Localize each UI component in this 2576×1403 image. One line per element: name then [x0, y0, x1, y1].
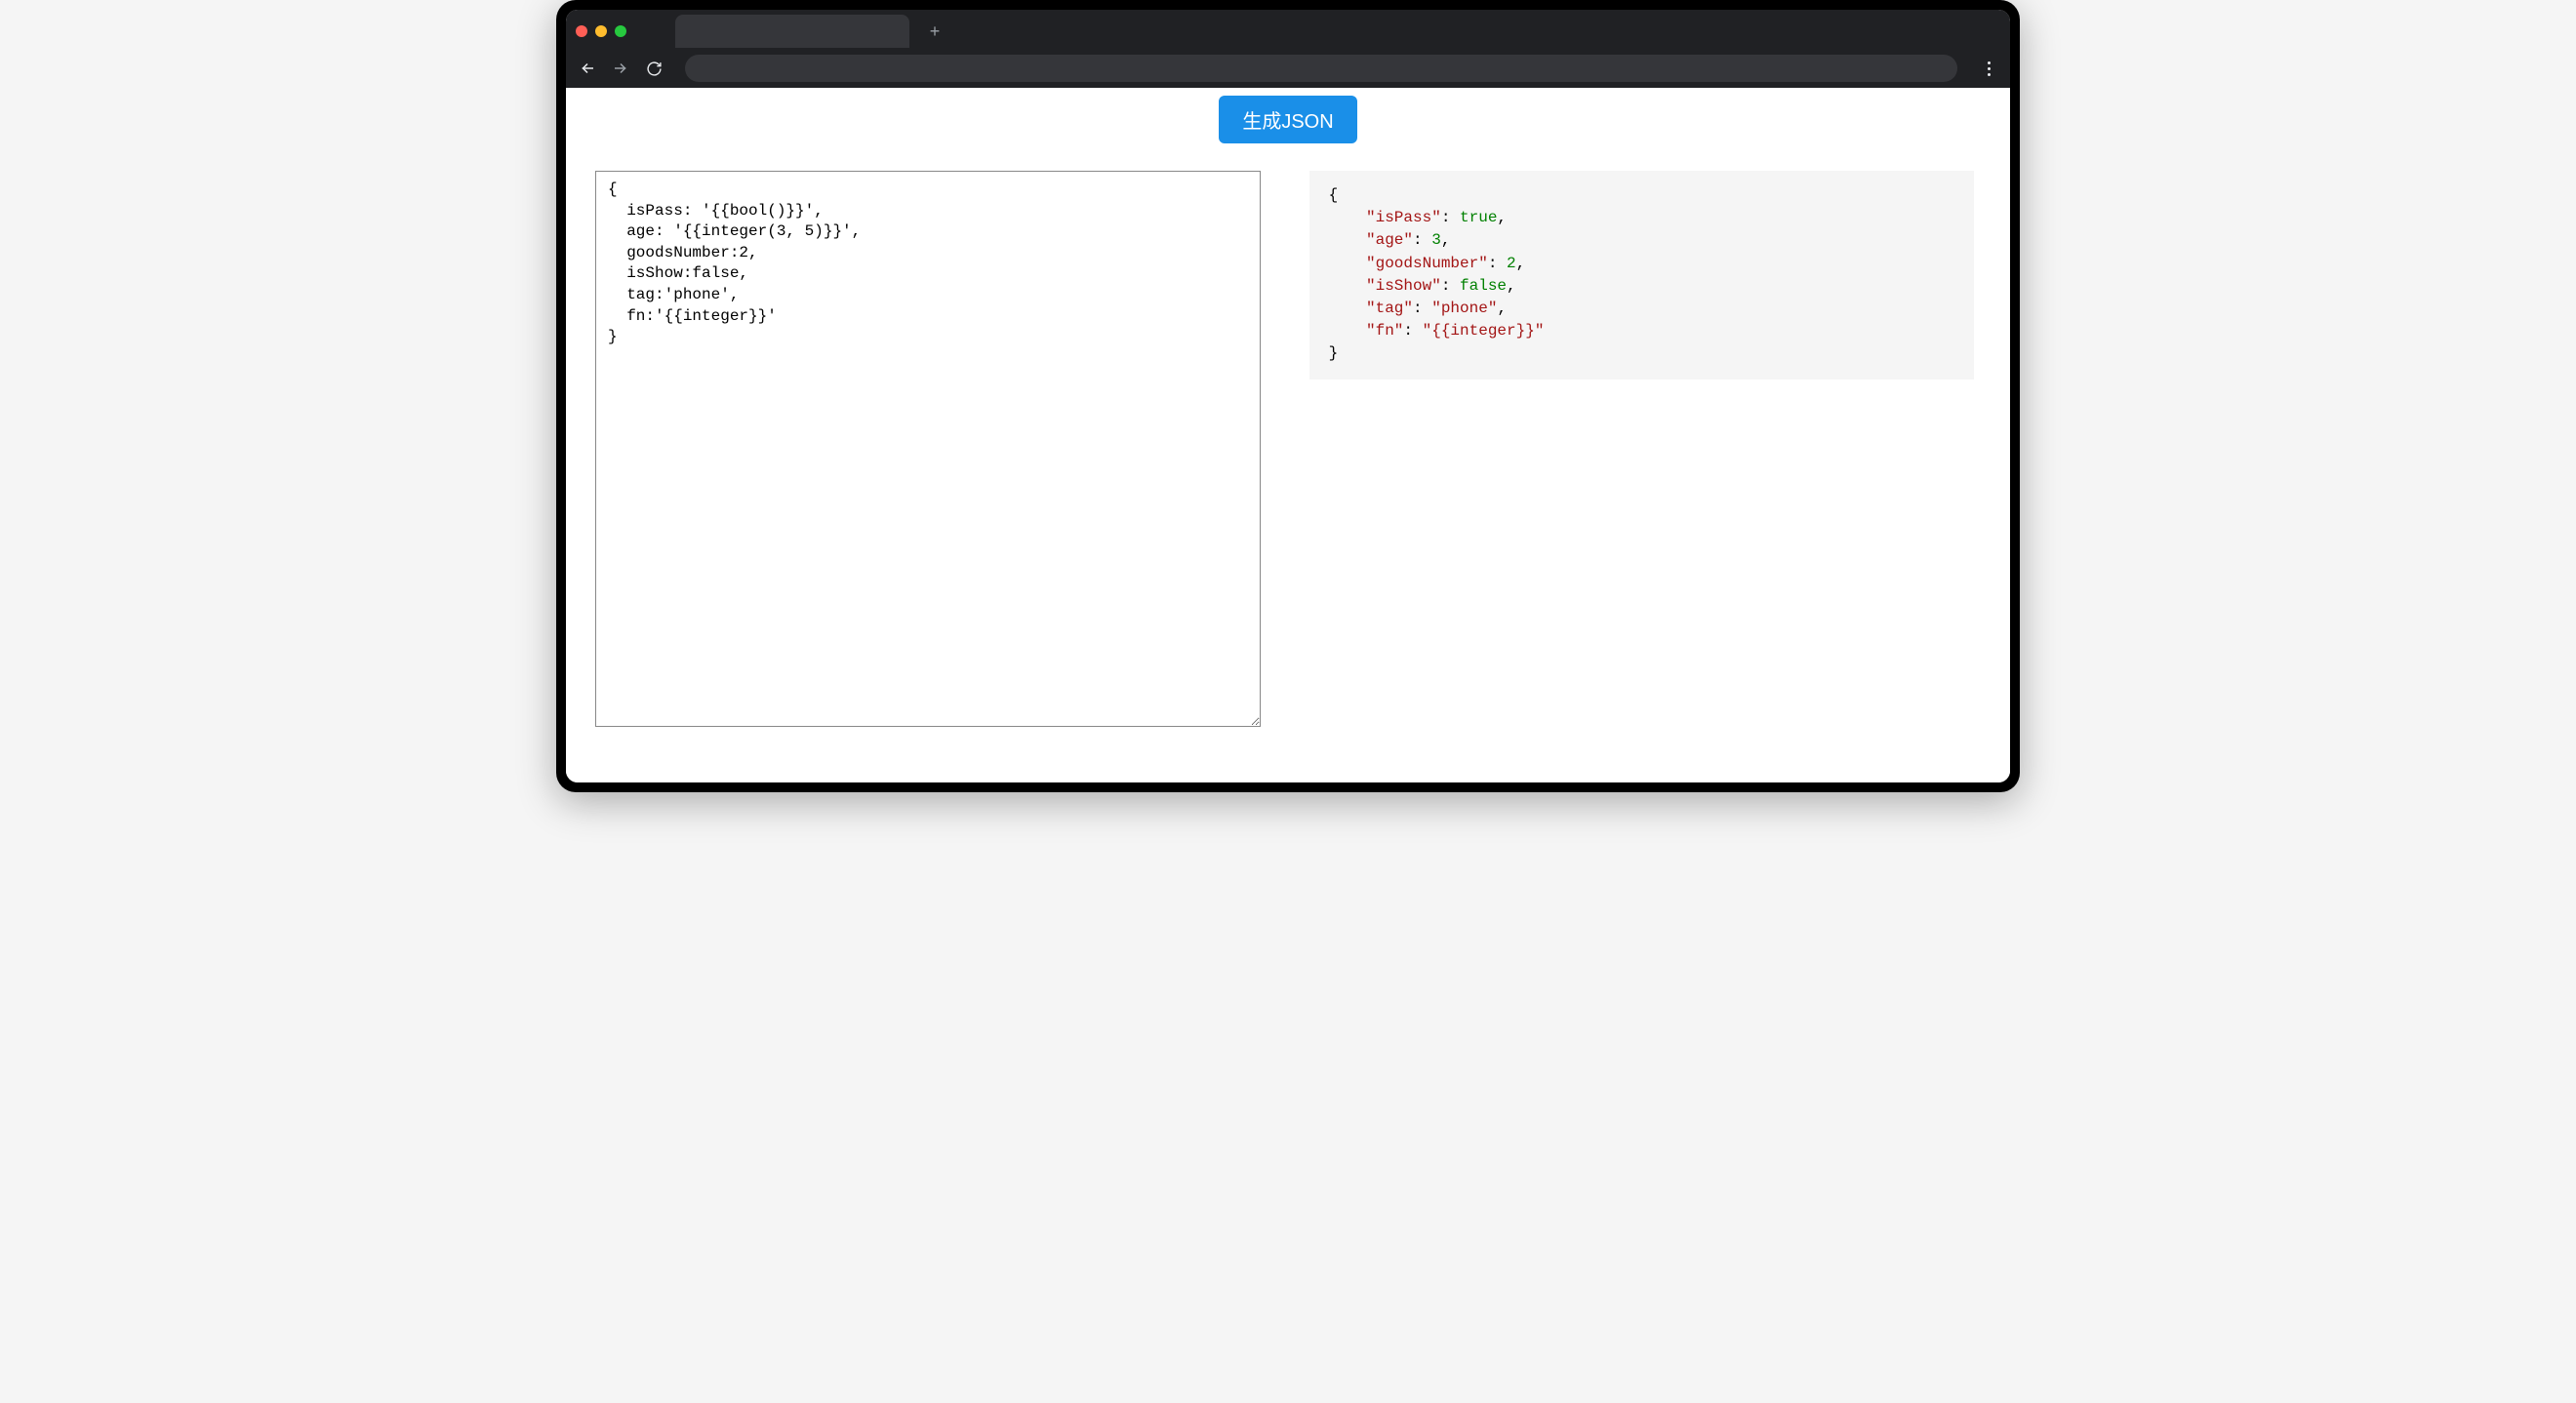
close-window-icon[interactable] [576, 25, 587, 37]
json-token-num: 2 [1507, 255, 1516, 272]
json-token-key: "age" [1366, 231, 1413, 249]
generate-json-button[interactable]: 生成JSON [1219, 96, 1356, 143]
json-token-key: "isPass" [1366, 209, 1441, 226]
device-frame: + 生成 [556, 0, 2020, 792]
json-token-punc: : [1413, 300, 1431, 317]
reload-icon [646, 60, 663, 77]
plus-icon: + [930, 21, 941, 42]
browser-chrome: + [566, 10, 2010, 88]
json-token-punc: : [1488, 255, 1507, 272]
arrow-right-icon [612, 60, 629, 77]
minimize-window-icon[interactable] [595, 25, 607, 37]
back-button[interactable] [578, 59, 597, 78]
json-token-key: "fn" [1366, 322, 1403, 340]
json-token-punc: : [1413, 231, 1431, 249]
address-bar[interactable] [685, 55, 1957, 82]
json-token-punc: , [1441, 231, 1451, 249]
right-panel: { "isPass": true, "age": 3, "goodsNumber… [1309, 171, 1975, 732]
json-token-punc: , [1516, 255, 1526, 272]
json-token-bool: false [1460, 277, 1507, 295]
arrow-left-icon [579, 60, 596, 77]
tab-bar: + [566, 10, 2010, 49]
nav-bar [566, 49, 2010, 88]
page-content: 生成JSON { "isPass": true, "age": 3, "good… [566, 88, 2010, 782]
json-token-punc: } [1329, 344, 1339, 362]
json-token-bool: true [1460, 209, 1497, 226]
kebab-dot-icon [1988, 61, 1991, 64]
json-token-key: "isShow" [1366, 277, 1441, 295]
template-input[interactable] [595, 171, 1261, 727]
json-token-str: "{{integer}}" [1423, 322, 1545, 340]
left-panel [595, 171, 1261, 732]
browser-menu-button[interactable] [1979, 59, 1998, 78]
json-token-str: "phone" [1431, 300, 1497, 317]
json-token-punc: , [1497, 300, 1507, 317]
maximize-window-icon[interactable] [615, 25, 626, 37]
json-token-punc: { [1329, 186, 1339, 204]
json-output: { "isPass": true, "age": 3, "goodsNumber… [1309, 171, 1975, 380]
json-token-punc: , [1497, 209, 1507, 226]
kebab-dot-icon [1988, 73, 1991, 76]
json-token-punc: : [1403, 322, 1422, 340]
forward-button[interactable] [611, 59, 630, 78]
json-token-key: "tag" [1366, 300, 1413, 317]
json-token-punc: : [1441, 209, 1460, 226]
panels: { "isPass": true, "age": 3, "goodsNumber… [595, 171, 1981, 732]
kebab-dot-icon [1988, 67, 1991, 70]
reload-button[interactable] [644, 59, 664, 78]
json-token-punc: , [1507, 277, 1516, 295]
json-token-key: "goodsNumber" [1366, 255, 1488, 272]
traffic-lights [576, 25, 626, 37]
new-tab-button[interactable]: + [921, 18, 948, 45]
browser-tab[interactable] [675, 15, 909, 48]
device-inner: + 生成 [566, 10, 2010, 782]
json-token-punc: : [1441, 277, 1460, 295]
json-token-num: 3 [1431, 231, 1441, 249]
